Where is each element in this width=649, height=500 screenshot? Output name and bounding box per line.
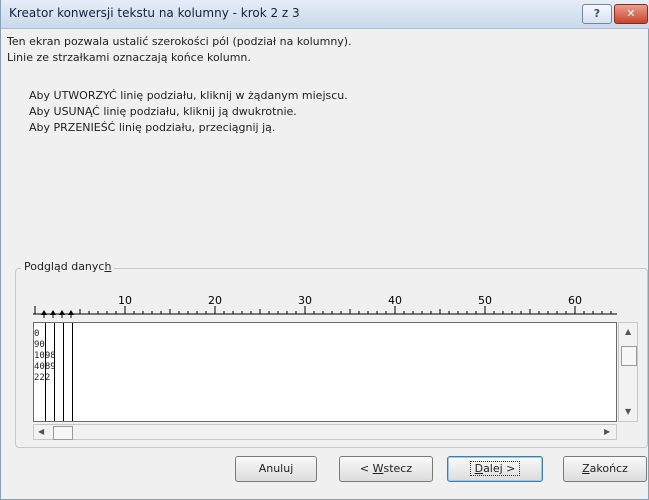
next-button[interactable]: Dalej > <box>447 456 543 482</box>
description: Ten ekran pozwala ustalić szerokości pól… <box>7 34 352 66</box>
column-break-line[interactable] <box>54 323 55 421</box>
description-line: Linie ze strzałkami oznaczają końce kolu… <box>7 51 251 64</box>
vertical-scroll-thumb[interactable] <box>621 346 637 366</box>
column-break-arrow-icon[interactable] <box>59 310 65 315</box>
wizard-dialog: Kreator konwersji tekstu na kolumny - kr… <box>0 0 649 500</box>
instructions: Aby UTWORZYĆ linię podziału, kliknij w ż… <box>29 88 348 136</box>
column-ruler[interactable]: 10 20 30 40 50 60 <box>33 286 617 318</box>
ruler-label: 40 <box>388 294 402 307</box>
finish-button-rest: akończ <box>589 462 628 475</box>
ruler-label: 30 <box>298 294 312 307</box>
back-button-prefix: < <box>359 462 373 475</box>
scroll-left-arrow-icon[interactable]: ◀ <box>38 427 44 436</box>
instruction-line: Aby PRZENIEŚĆ linię podziału, przeciągni… <box>29 121 276 134</box>
column-break-line[interactable] <box>72 323 73 421</box>
column-break-arrow-icon[interactable] <box>41 310 47 315</box>
ruler-label: 10 <box>118 294 132 307</box>
column-break-arrow-icon[interactable] <box>50 310 56 315</box>
back-button-rest: stecz <box>383 462 413 475</box>
scroll-down-arrow-icon[interactable]: ▼ <box>625 407 631 416</box>
column-break-line[interactable] <box>45 323 46 421</box>
scroll-right-arrow-icon[interactable]: ▶ <box>604 427 610 436</box>
finish-button-key: Z <box>582 462 590 475</box>
back-button[interactable]: < Wstecz <box>339 456 433 482</box>
back-button-key: W <box>372 462 384 475</box>
window-title: Kreator konwersji tekstu na kolumny - kr… <box>9 6 300 20</box>
ruler-label: 50 <box>478 294 492 307</box>
next-button-rest: alej > <box>483 462 516 475</box>
horizontal-scroll-thumb[interactable] <box>53 426 73 440</box>
description-line: Ten ekran pozwala ustalić szerokości pól… <box>7 35 352 48</box>
data-preview-label: Podgląd danych <box>21 260 115 273</box>
data-preview-label-key: h <box>104 260 112 273</box>
cancel-button-label: Anuluj <box>258 462 294 475</box>
close-button[interactable]: ✕ <box>614 4 648 24</box>
column-break-arrow-icon[interactable] <box>68 310 74 315</box>
ruler-label: 60 <box>568 294 582 307</box>
finish-button[interactable]: Zakończ <box>563 456 647 482</box>
cancel-button[interactable]: Anuluj <box>235 456 317 482</box>
instruction-line: Aby UTWORZYĆ linię podziału, kliknij w ż… <box>29 89 348 102</box>
next-button-label: Dalej > <box>469 461 521 476</box>
horizontal-scrollbar[interactable]: ◀ ▶ <box>33 424 617 440</box>
close-icon: ✕ <box>626 7 636 20</box>
next-button-key: D <box>474 462 484 475</box>
data-preview-area[interactable]: 0 90 1098 4089 222 <box>33 322 617 422</box>
title-bar: Kreator konwersji tekstu na kolumny - kr… <box>1 0 649 29</box>
help-button[interactable]: ? <box>582 4 612 24</box>
instruction-line: Aby USUNĄĆ linię podziału, kliknij ją dw… <box>29 105 297 118</box>
vertical-scrollbar[interactable]: ▲ ▼ <box>618 322 638 422</box>
scroll-up-arrow-icon[interactable]: ▲ <box>625 327 631 336</box>
column-break-line[interactable] <box>63 323 64 421</box>
question-icon: ? <box>593 7 601 20</box>
data-preview-label-text: Podgląd danyc <box>24 260 105 273</box>
ruler-label: 20 <box>208 294 222 307</box>
